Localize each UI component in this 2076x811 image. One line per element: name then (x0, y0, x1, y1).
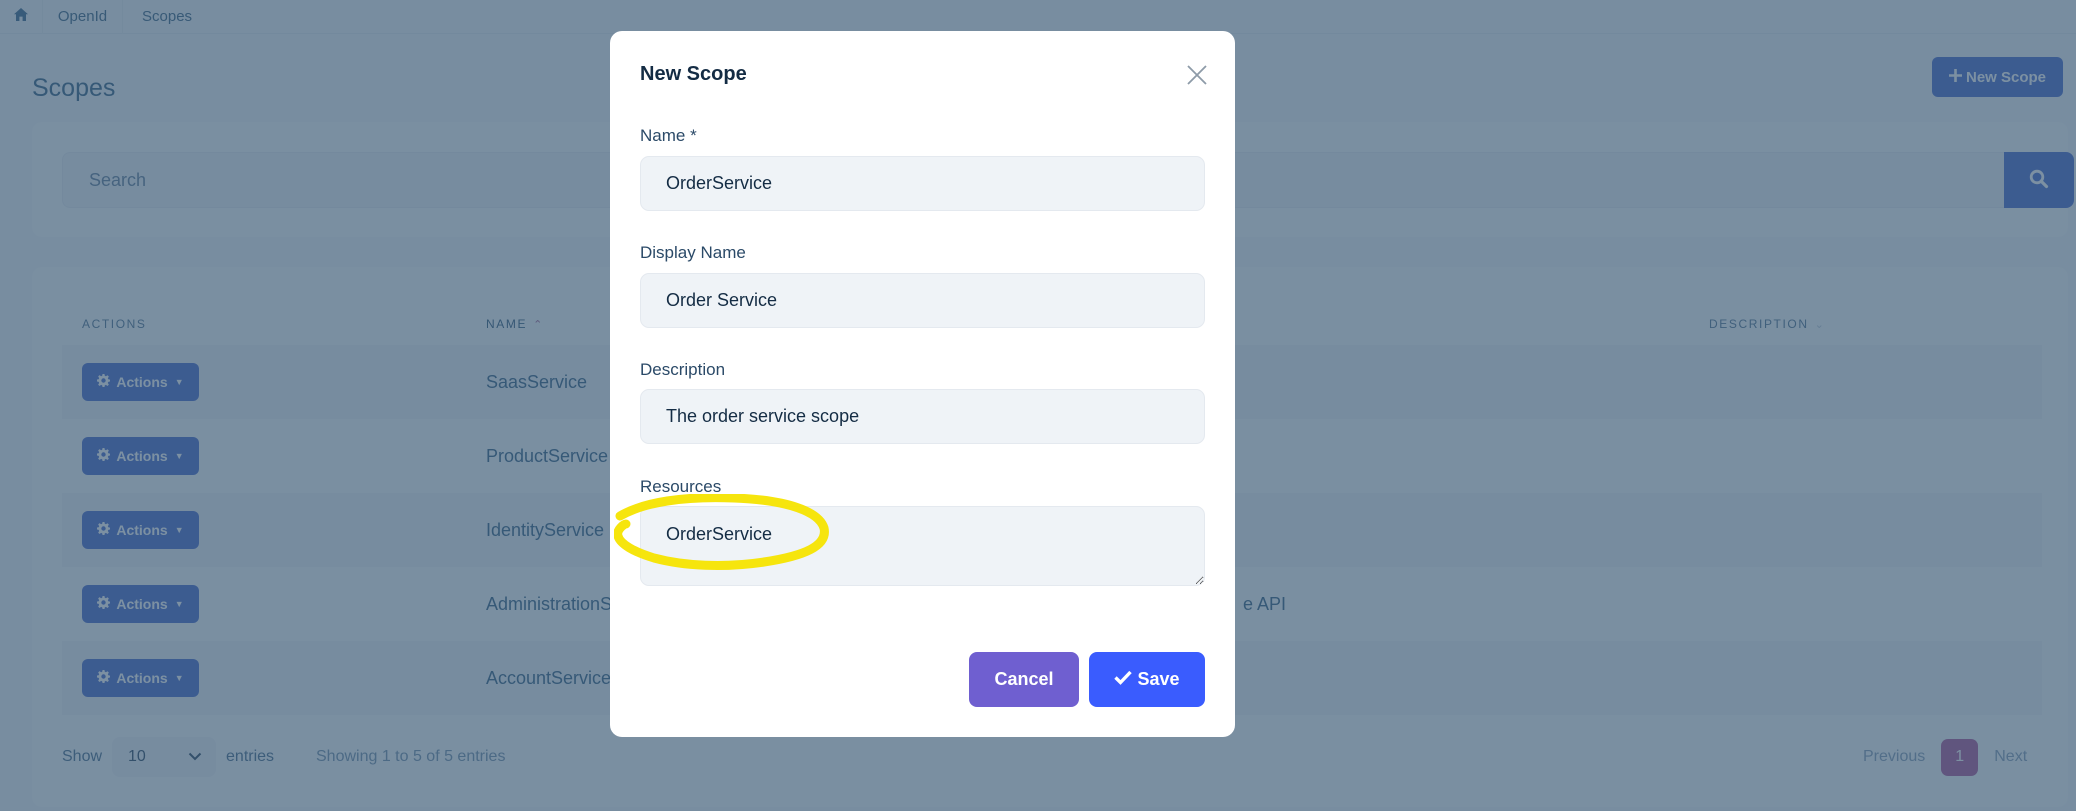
name-input[interactable] (640, 156, 1205, 211)
resources-label: Resources (640, 477, 722, 496)
display-name-input[interactable] (640, 273, 1205, 328)
check-icon (1114, 669, 1133, 690)
cancel-button[interactable]: Cancel (969, 652, 1079, 707)
modal-close-button[interactable] (1186, 64, 1208, 86)
resources-textarea[interactable]: OrderService (640, 506, 1205, 586)
display-name-label: Display Name (640, 243, 746, 262)
name-label: Name * (640, 126, 697, 145)
description-label: Description (640, 360, 726, 379)
description-input[interactable] (640, 389, 1205, 444)
close-icon (1186, 65, 1208, 89)
save-label: Save (1137, 669, 1180, 689)
modal-title: New Scope (640, 63, 747, 85)
save-button[interactable]: Save (1089, 652, 1205, 707)
new-scope-modal: New Scope Name * Display Name Descriptio… (610, 31, 1235, 737)
